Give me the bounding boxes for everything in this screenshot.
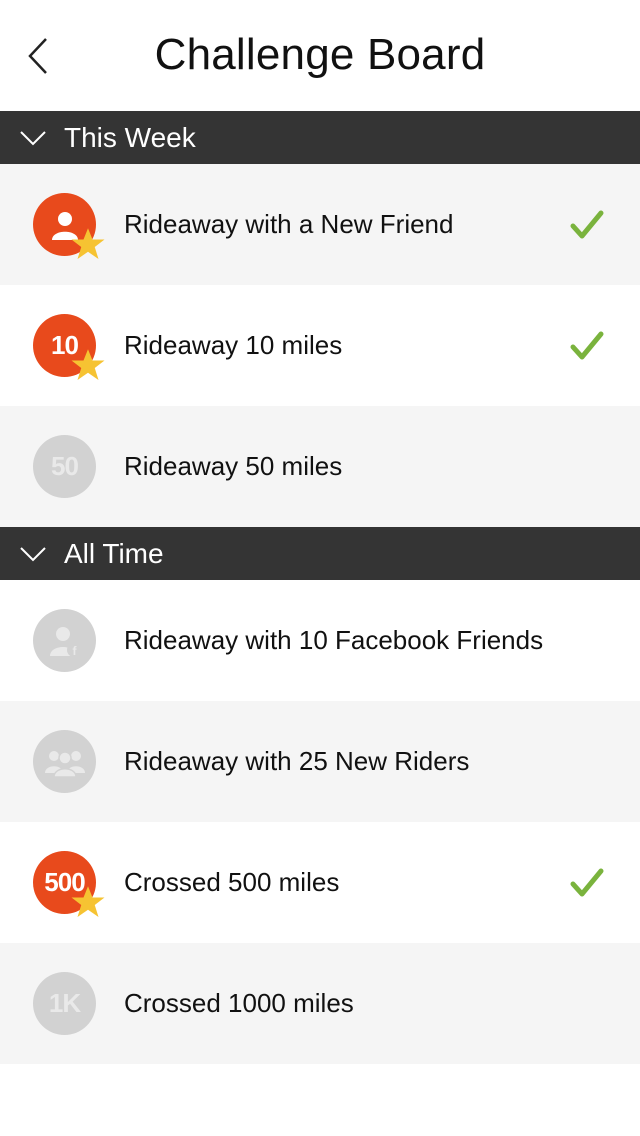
facebook-user-icon: f — [49, 626, 81, 658]
section-label: This Week — [64, 121, 196, 153]
challenge-row[interactable]: 50 Rideaway 50 miles — [0, 406, 640, 527]
star-icon — [71, 886, 105, 917]
challenge-row[interactable]: 10 Rideaway 10 miles — [0, 285, 640, 406]
challenge-label: Rideaway 10 miles — [124, 330, 343, 360]
checkmark-icon — [570, 868, 604, 896]
nav-bar: Challenge Board — [0, 0, 640, 111]
challenge-badge: 50 — [33, 435, 96, 498]
star-icon — [71, 228, 105, 259]
challenge-row[interactable]: 1K Crossed 1000 miles — [0, 943, 640, 1064]
challenge-row[interactable]: Rideaway with 25 New Riders — [0, 701, 640, 822]
challenge-label: Rideaway 50 miles — [124, 451, 343, 481]
section-header-this-week[interactable]: This Week — [0, 111, 640, 164]
challenge-row[interactable]: f Rideaway with 10 Facebook Friends — [0, 580, 640, 701]
challenge-badge: 1K — [33, 972, 96, 1035]
checkmark-icon — [570, 331, 604, 359]
badge-text: 50 — [51, 451, 79, 481]
section-header-all-time[interactable]: All Time — [0, 527, 640, 580]
badge-text: 1K — [48, 988, 81, 1018]
challenge-badge: 10 — [33, 314, 105, 380]
challenge-badge — [33, 730, 96, 793]
challenge-label: Crossed 1000 miles — [124, 988, 354, 1018]
challenge-label: Crossed 500 miles — [124, 867, 340, 897]
chevron-down-icon — [2, 130, 64, 146]
challenge-row[interactable]: Rideaway with a New Friend — [0, 164, 640, 285]
challenge-label: Rideaway with 10 Facebook Friends — [124, 625, 544, 655]
challenge-badge: f — [33, 609, 96, 672]
group-icon — [44, 750, 85, 778]
challenge-label: Rideaway with 25 New Riders — [124, 746, 470, 776]
checkmark-icon — [570, 210, 604, 238]
challenge-label: Rideaway with a New Friend — [124, 209, 454, 239]
challenge-row[interactable]: 500 Crossed 500 miles — [0, 822, 640, 943]
page-title: Challenge Board — [154, 30, 486, 79]
star-icon — [71, 349, 105, 380]
challenge-badge — [33, 193, 105, 259]
section-label: All Time — [64, 537, 164, 569]
challenge-badge: 500 — [33, 851, 105, 917]
chevron-down-icon — [2, 546, 64, 562]
